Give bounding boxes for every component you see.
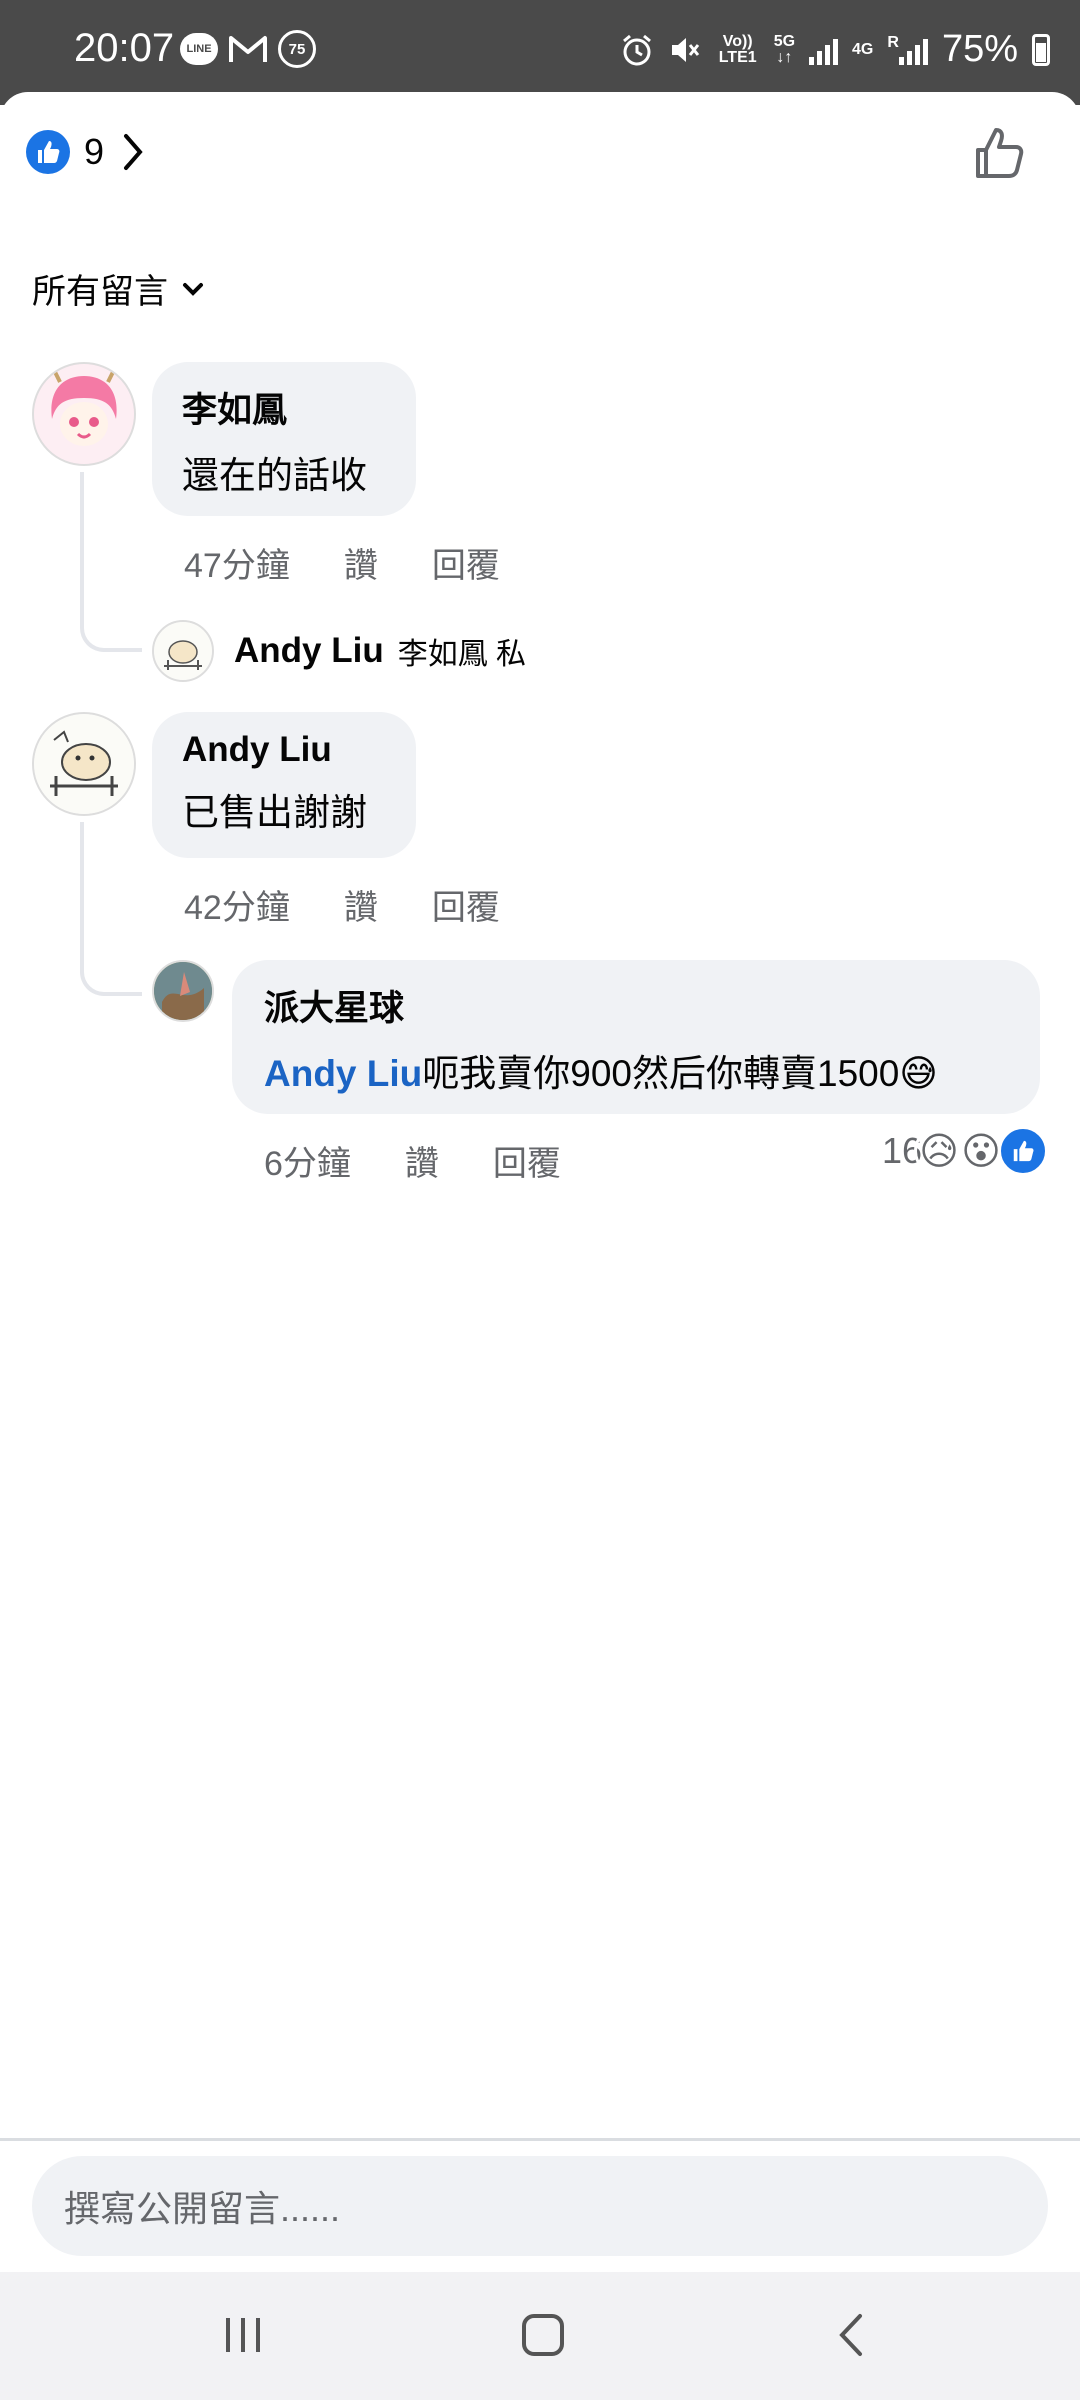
avatar[interactable] [152,960,214,1022]
notification-count-icon: 75 [278,30,316,68]
likes-count: 9 [84,131,105,172]
sort-dropdown[interactable]: 所有留言 [32,264,204,313]
comment-text: 還在的話收 [182,455,367,496]
comment-reply-button[interactable]: 回覆 [432,880,500,929]
recent-apps-icon[interactable] [220,2312,266,2358]
reply-bubble[interactable]: 派大星球 Andy Liu呃我賣你900然后你轉賣1500😅 [232,960,1040,1114]
status-left-icons: LINE 75 [180,30,316,68]
reply-snippet: 李如鳳 私 [397,638,527,671]
gmail-icon [229,36,267,62]
avatar[interactable] [32,712,136,816]
mention-link[interactable]: Andy Liu [264,1053,422,1094]
comment-author[interactable]: Andy Liu [182,730,386,770]
comment-like-button[interactable]: 讚 [344,880,378,929]
reply-text: 呃我賣你900然后你轉賣1500😅 [422,1053,938,1094]
line-icon: LINE [180,33,218,65]
comment-text: 已售出謝謝 [182,792,367,833]
comments-sheet: 9 所有留言 李如鳳 還在的話收 47分鐘 讚 回覆 Andy Liu 李如鳳 … [0,92,1080,2272]
comment-time: 47分鐘 [184,547,290,585]
chevron-down-icon [183,282,203,296]
battery-percent: 75% [941,28,1018,70]
like-post-button[interactable] [972,126,1028,182]
5g-label: 5G [773,32,796,50]
data-arrows-icon: ↓↑ [776,48,793,66]
comment-input[interactable]: 撰寫公開留言...... [32,2156,1048,2256]
avatar[interactable] [32,362,136,466]
comment-bubble[interactable]: Andy Liu 已售出謝謝 [152,712,416,858]
comment-input-placeholder: 撰寫公開留言...... [64,2188,341,2229]
mute-icon [671,37,699,62]
reply-text-line: Andy Liu呃我賣你900然后你轉賣1500😅 [264,1043,1008,1097]
comment-like-button[interactable]: 讚 [344,538,378,587]
comment-actions: 47分鐘 讚 回覆 [184,538,554,587]
status-bar: 20:07 LINE 75 Vo)) LTE1 5G ↓↑ 4G R 75% [0,0,1080,105]
comment-bubble[interactable]: 李如鳳 還在的話收 [152,362,416,516]
comment-author[interactable]: 李如鳳 [182,382,386,433]
comment-time: 42分鐘 [184,889,290,927]
reply-preview[interactable]: Andy Liu 李如鳳 私 [152,620,526,682]
battery-icon [1032,33,1050,66]
comment-reply-button[interactable]: 回覆 [432,538,500,587]
reply-author[interactable]: 派大星球 [264,980,1008,1031]
thread-line [80,472,142,652]
reply-author: Andy Liu [234,631,384,670]
reply-avatar [152,620,214,682]
system-nav-bar [0,2272,1080,2400]
reply-actions: 6分鐘 讚 回覆 [264,1136,615,1185]
alarm-icon [622,34,651,65]
likes-summary[interactable]: 9 [26,130,144,174]
5g-indicator: 5G ↓↑ [773,32,796,66]
reply-like-button[interactable]: 讚 [405,1136,439,1185]
home-icon[interactable] [520,2312,566,2358]
signal-bars-1-icon [809,35,839,65]
thread-line [80,822,142,996]
status-time: 20:07 [74,26,175,70]
roaming-indicator: R [887,33,899,51]
chevron-right-icon [124,134,143,170]
like-reaction-icon [998,1126,1048,1176]
status-right-icons: Vo)) LTE1 5G ↓↑ 4G R 75% [620,28,1050,71]
signal-bars-2-icon [898,35,928,65]
reply-time: 6分鐘 [264,1145,351,1183]
signal-bars-2: R [887,33,928,65]
like-reaction-icon [26,130,70,174]
comment-actions: 42分鐘 讚 回覆 [184,880,554,929]
volte-indicator: Vo)) LTE1 [718,32,757,66]
reaction-summary[interactable]: 16 😥 😮 [882,1126,1048,1176]
back-icon[interactable] [828,2312,874,2358]
4g-indicator: 4G [852,40,874,58]
composer-divider [0,2138,1080,2141]
sort-label: 所有留言 [32,273,168,311]
reply-reply-button[interactable]: 回覆 [493,1136,561,1185]
